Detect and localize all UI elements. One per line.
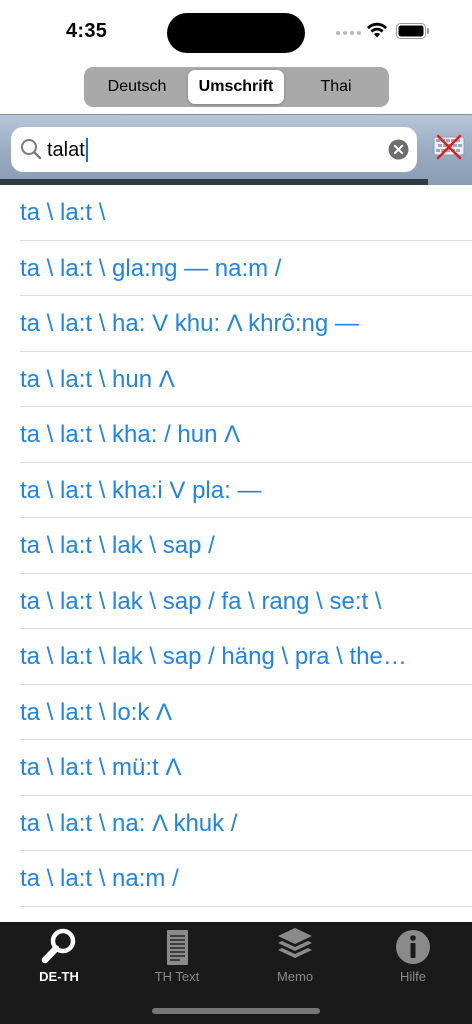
result-text: ta \ la:t \ hun Λ (20, 365, 175, 393)
segment-umschrift[interactable]: Umschrift (188, 70, 284, 104)
result-row[interactable]: ta \ la:t \ gla:ng — na:m / (20, 241, 472, 296)
segment-thai[interactable]: Thai (287, 70, 385, 104)
result-row[interactable]: ta \ la:t \ (20, 185, 472, 241)
battery-icon (396, 23, 429, 39)
result-row[interactable]: ta \ la:t \ kha: / hun Λ (20, 407, 472, 463)
document-icon (167, 930, 188, 965)
result-row[interactable]: ta \ la:t \ mü:t Λ (20, 740, 472, 796)
result-row[interactable]: ta \ la:t \ lak \ sap / häng \ pra \ the… (20, 629, 472, 685)
search-input-text: talat (47, 138, 88, 162)
result-text: ta \ la:t \ kha:i V pla: — (20, 476, 262, 504)
result-text: ta \ la:t \ na:m / (20, 865, 179, 892)
cellular-signal-icon (336, 31, 361, 35)
result-text: ta \ la:t \ lak \ sap / häng \ pra \ the… (20, 643, 407, 670)
result-row[interactable]: ta \ la:t \ na: Λ khuk / (20, 796, 472, 851)
result-row[interactable]: ta \ la:t \ ha: V khu: Λ khrô:ng — (20, 296, 472, 352)
result-row[interactable]: ta \ la:t \ lak \ sap / (20, 518, 472, 574)
result-text: ta \ la:t \ kha: / hun Λ (20, 421, 241, 448)
result-text: ta \ la:t \ gla:ng — na:m / (20, 254, 282, 282)
result-text: ta \ la:t \ na: Λ khuk / (20, 809, 238, 837)
result-text: ta \ la:t \ mü:t Λ (20, 754, 182, 781)
result-row[interactable]: ta \ la:t \ lo:k Λ (20, 685, 472, 740)
status-bar: 4:35 (0, 0, 472, 62)
tab-label: Hilfe (399, 969, 426, 984)
result-text: ta \ la:t \ lak \ sap / (20, 532, 215, 559)
search-icon (21, 139, 42, 160)
tab-hilfe[interactable]: Hilfe (354, 922, 472, 992)
text-caret (85, 138, 88, 162)
tab-label: Memo (276, 969, 314, 984)
result-text: ta \ la:t \ lak \ sap / fa \ rang \ se:t… (20, 587, 382, 615)
tab-de-th[interactable]: DE-TH (0, 922, 118, 992)
magnifier-icon (41, 928, 76, 964)
tab-memo[interactable]: Memo (236, 922, 354, 992)
status-time: 4:35 (66, 20, 108, 42)
result-text: ta \ la:t \ lo:k Λ (20, 698, 173, 726)
tab-th-text[interactable]: TH Text (118, 922, 236, 992)
result-row[interactable]: ta \ la:t \ hun Λ (20, 352, 472, 407)
tab-label: TH Text (154, 969, 200, 984)
search-input[interactable]: talat (11, 127, 417, 172)
search-bar-area: talat (0, 114, 472, 185)
result-text: ta \ la:t \ ha: V khu: Λ khrô:ng — (20, 310, 359, 337)
clear-search-icon[interactable] (388, 139, 409, 160)
layers-icon (278, 928, 312, 958)
wifi-icon (367, 22, 387, 38)
dynamic-island (167, 13, 305, 53)
tab-label: DE-TH (39, 969, 79, 984)
info-icon (396, 930, 430, 964)
result-row[interactable]: ta \ la:t \ kha:i V pla: — (20, 463, 472, 518)
results-list: ta \ la:t \ ta \ la:t \ gla:ng — na:m / … (0, 185, 472, 907)
keyboard-disabled-icon[interactable] (433, 133, 465, 161)
result-row[interactable]: ta \ la:t \ na:m / (20, 851, 472, 907)
language-segmented-control: Deutsch Umschrift Thai (84, 67, 389, 107)
segment-deutsch[interactable]: Deutsch (88, 70, 186, 104)
result-text: ta \ la:t \ (20, 199, 106, 226)
result-row[interactable]: ta \ la:t \ lak \ sap / fa \ rang \ se:t… (20, 574, 472, 629)
home-indicator (152, 1008, 320, 1014)
